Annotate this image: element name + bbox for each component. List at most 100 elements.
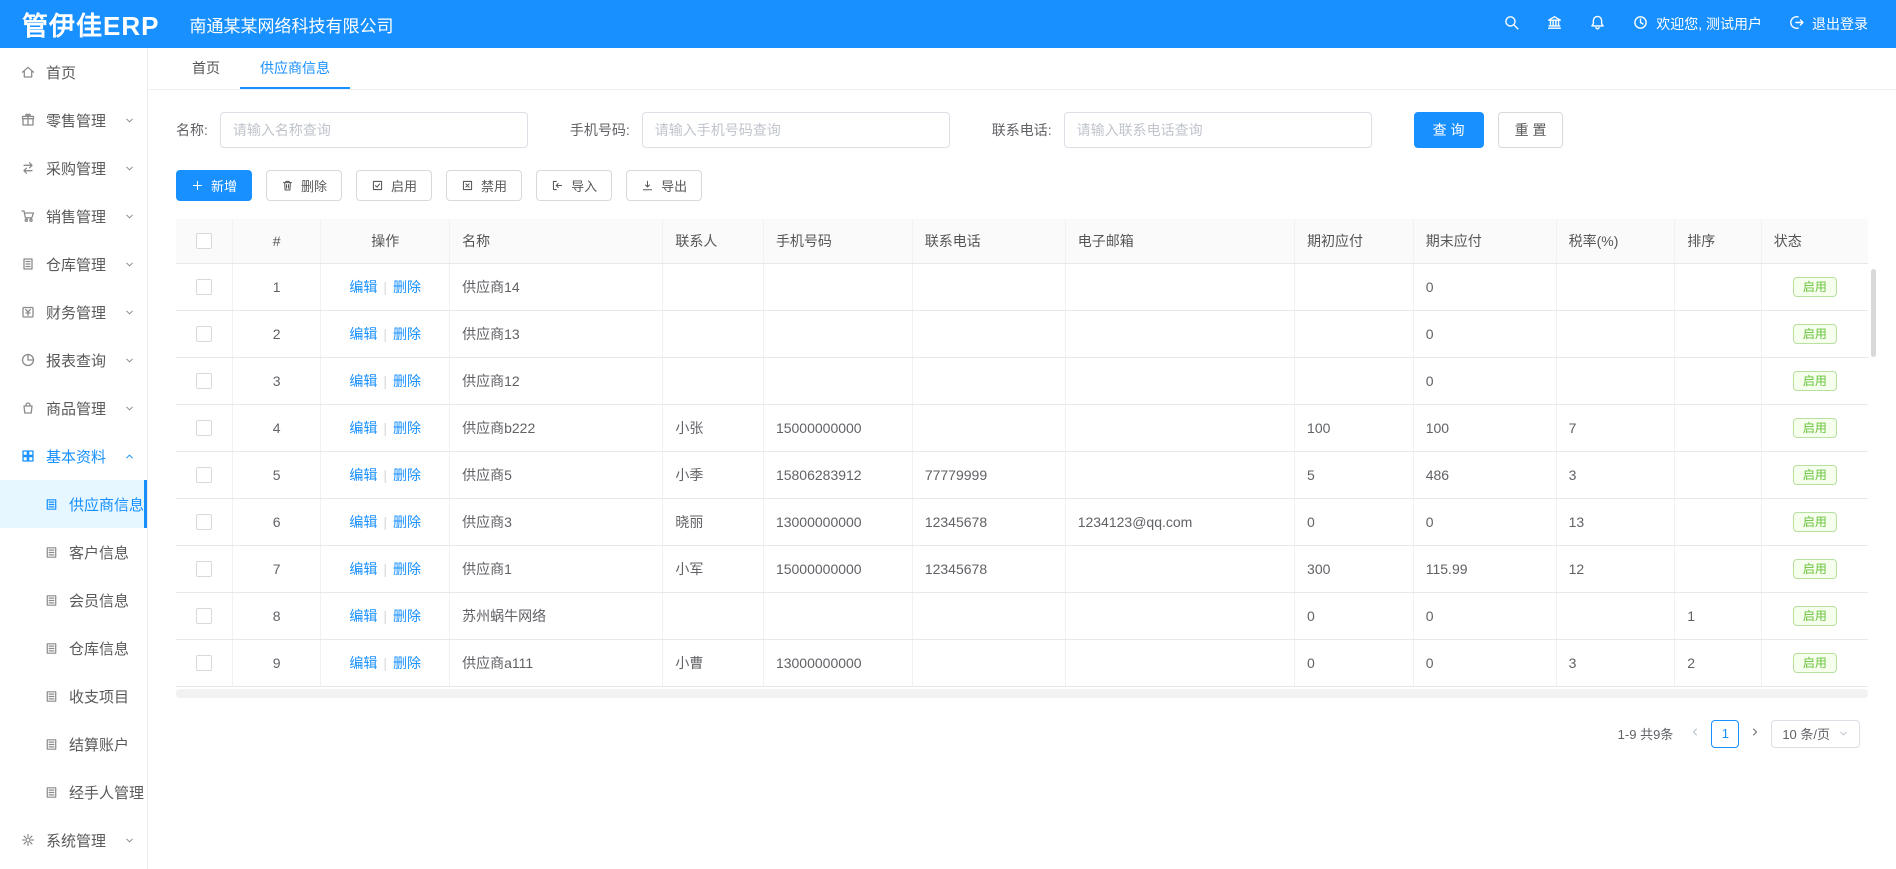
- row-checkbox[interactable]: [196, 608, 212, 624]
- sidebar-subitem-label: 结算账户: [69, 734, 129, 755]
- next-page-button[interactable]: [1749, 726, 1761, 741]
- sidebar-subitem-结算账户[interactable]: 结算账户: [0, 720, 147, 768]
- sidebar-item-仓库管理[interactable]: 仓库管理: [0, 240, 147, 288]
- chev-down-icon: [1838, 728, 1849, 739]
- edit-link[interactable]: 编辑: [349, 373, 377, 389]
- row-checkbox[interactable]: [196, 514, 212, 530]
- sidebar-item-label: 销售管理: [46, 206, 106, 227]
- cell-index: 4: [232, 404, 321, 451]
- edit-link[interactable]: 编辑: [349, 514, 377, 530]
- sidebar-subitem-会员信息[interactable]: 会员信息: [0, 576, 147, 624]
- row-checkbox[interactable]: [196, 373, 212, 389]
- page-size-select[interactable]: 10 条/页: [1771, 720, 1860, 748]
- cell-name: 供应商14: [450, 263, 663, 310]
- filter-input-2[interactable]: [1064, 112, 1372, 148]
- edit-link[interactable]: 编辑: [349, 561, 377, 577]
- cell-status: 启用: [1761, 592, 1868, 639]
- toolbar-button-新增[interactable]: 新增: [176, 170, 252, 201]
- delete-link[interactable]: 删除: [393, 420, 421, 436]
- filter-input-1[interactable]: [642, 112, 950, 148]
- cell-actions: 编辑|删除: [321, 263, 450, 310]
- logout-icon: [1788, 14, 1805, 34]
- toolbar-button-导出[interactable]: 导出: [626, 170, 702, 201]
- toolbar-button-启用[interactable]: 启用: [356, 170, 432, 201]
- sidebar-item-财务管理[interactable]: 财务管理: [0, 288, 147, 336]
- cell-closing-payable: 486: [1413, 451, 1556, 498]
- sidebar-item-采购管理[interactable]: 采购管理: [0, 144, 147, 192]
- delete-link[interactable]: 删除: [393, 279, 421, 295]
- row-checkbox[interactable]: [196, 655, 212, 671]
- sidebar-subitem-经手人管理[interactable]: 经手人管理: [0, 768, 147, 816]
- toolbar-button-删除[interactable]: 删除: [266, 170, 342, 201]
- cell-sort: [1675, 498, 1762, 545]
- cell-name: 供应商a111: [450, 639, 663, 686]
- select-all-checkbox[interactable]: [196, 233, 212, 249]
- sidebar-subitem-客户信息[interactable]: 客户信息: [0, 528, 147, 576]
- sidebar-item-系统管理[interactable]: 系统管理: [0, 816, 147, 864]
- delete-link[interactable]: 删除: [393, 561, 421, 577]
- cell-closing-payable: 0: [1413, 357, 1556, 404]
- prev-page-button[interactable]: [1689, 726, 1701, 741]
- edit-link[interactable]: 编辑: [349, 326, 377, 342]
- filter-group-0: 名称:: [176, 112, 528, 148]
- bank-icon[interactable]: [1546, 14, 1563, 34]
- cell-phone: [763, 592, 912, 639]
- delete-link[interactable]: 删除: [393, 467, 421, 483]
- edit-link[interactable]: 编辑: [349, 467, 377, 483]
- cell-index: 8: [232, 592, 321, 639]
- table-header-row: #操作名称联系人手机号码联系电话电子邮箱期初应付期末应付税率(%)排序状态: [176, 219, 1868, 263]
- toolbar-button-导入[interactable]: 导入: [536, 170, 612, 201]
- table-row: 2 编辑|删除 供应商13 0 启用: [176, 310, 1868, 357]
- delete-link[interactable]: 删除: [393, 514, 421, 530]
- delete-link[interactable]: 删除: [393, 608, 421, 624]
- sidebar-item-商品管理[interactable]: 商品管理: [0, 384, 147, 432]
- vertical-scrollbar-thumb[interactable]: [1871, 269, 1876, 357]
- cell-tax-rate: 12: [1556, 545, 1675, 592]
- tab-首页[interactable]: 首页: [172, 48, 240, 89]
- edit-link[interactable]: 编辑: [349, 655, 377, 671]
- sidebar-item-销售管理[interactable]: 销售管理: [0, 192, 147, 240]
- status-badge: 启用: [1793, 653, 1837, 673]
- horizontal-scrollbar-track[interactable]: [176, 689, 1868, 698]
- cell-opening-payable: 100: [1295, 404, 1414, 451]
- delete-link[interactable]: 删除: [393, 655, 421, 671]
- sidebar-item-报表查询[interactable]: 报表查询: [0, 336, 147, 384]
- row-checkbox[interactable]: [196, 279, 212, 295]
- row-checkbox[interactable]: [196, 420, 212, 436]
- reset-button[interactable]: 重 置: [1498, 112, 1564, 148]
- column-header-联系人: 联系人: [663, 219, 764, 263]
- tab-供应商信息[interactable]: 供应商信息: [240, 48, 350, 89]
- search-icon[interactable]: [1503, 14, 1520, 34]
- filter-input-0[interactable]: [220, 112, 528, 148]
- current-page-button[interactable]: 1: [1711, 720, 1739, 748]
- plus-icon: [191, 179, 204, 192]
- bell-icon[interactable]: [1589, 14, 1606, 34]
- cell-email: [1065, 545, 1294, 592]
- logout-button[interactable]: 退出登录: [1788, 14, 1868, 34]
- sidebar-subitem-仓库信息[interactable]: 仓库信息: [0, 624, 147, 672]
- toolbar-button-禁用[interactable]: 禁用: [446, 170, 522, 201]
- delete-link[interactable]: 删除: [393, 326, 421, 342]
- sidebar-subitem-收支项目[interactable]: 收支项目: [0, 672, 147, 720]
- sidebar-item-基本资料[interactable]: 基本资料: [0, 432, 147, 480]
- delete-link[interactable]: 删除: [393, 373, 421, 389]
- cell-contact: 晓丽: [663, 498, 764, 545]
- row-checkbox[interactable]: [196, 326, 212, 342]
- row-checkbox[interactable]: [196, 467, 212, 483]
- cell-email: [1065, 263, 1294, 310]
- sidebar-item-首页[interactable]: 首页: [0, 48, 147, 96]
- doc-icon: [44, 497, 59, 512]
- chev-up-icon: [124, 451, 135, 462]
- edit-link[interactable]: 编辑: [349, 608, 377, 624]
- sidebar-item-零售管理[interactable]: 零售管理: [0, 96, 147, 144]
- search-button[interactable]: 查 询: [1414, 112, 1484, 148]
- edit-link[interactable]: 编辑: [349, 279, 377, 295]
- doc-icon: [44, 545, 59, 560]
- toolbar-button-label: 新增: [211, 176, 237, 195]
- chev-down-icon: [124, 835, 135, 846]
- edit-link[interactable]: 编辑: [349, 420, 377, 436]
- trash-icon: [281, 179, 294, 192]
- filter-label: 手机号码:: [570, 120, 630, 140]
- sidebar-subitem-供应商信息[interactable]: 供应商信息: [0, 480, 147, 528]
- row-checkbox[interactable]: [196, 561, 212, 577]
